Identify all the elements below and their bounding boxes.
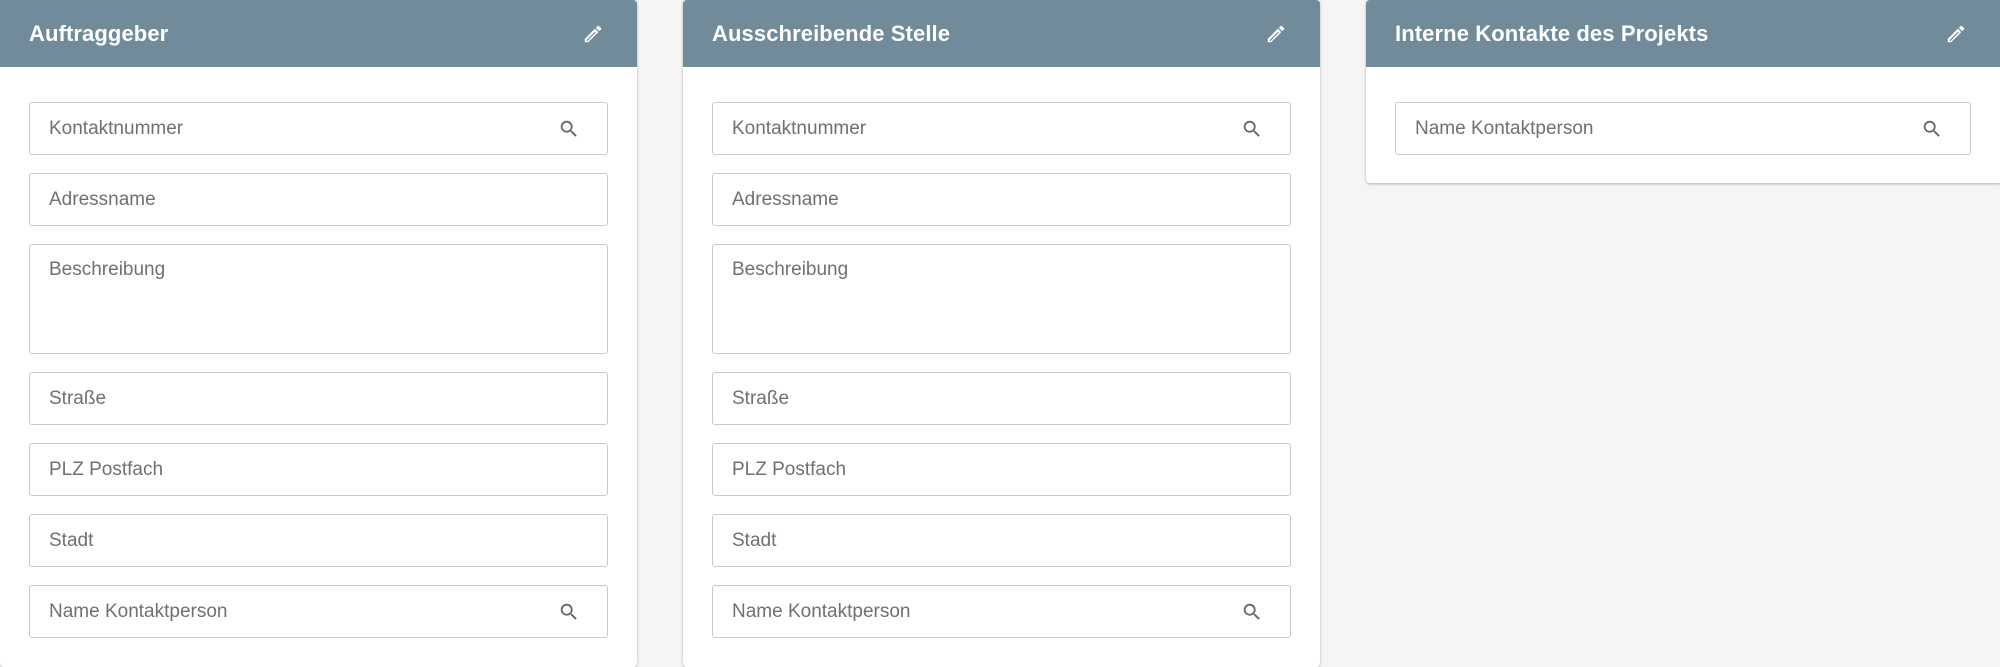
kontaktnummer-input[interactable] <box>713 103 1290 154</box>
strasse-field <box>712 372 1291 425</box>
stadt-input[interactable] <box>30 515 607 566</box>
pencil-icon <box>1947 25 1965 42</box>
plz-postfach-input[interactable] <box>30 444 607 495</box>
card-header: Ausschreibende Stelle <box>683 0 1320 67</box>
strasse-field <box>29 372 608 425</box>
search-icon <box>560 120 577 137</box>
plz-postfach-input[interactable] <box>713 444 1290 495</box>
search-button[interactable] <box>1240 117 1264 141</box>
strasse-input[interactable] <box>713 373 1290 424</box>
pencil-icon <box>584 25 602 42</box>
plz-postfach-field <box>712 443 1291 496</box>
stadt-field <box>29 514 608 567</box>
card-body <box>0 67 637 638</box>
name-kontaktperson-field <box>1395 102 1971 155</box>
adressname-field <box>29 173 608 226</box>
beschreibung-field <box>712 244 1291 354</box>
name-kontaktperson-input[interactable] <box>1396 103 1970 154</box>
adressname-input[interactable] <box>30 174 607 225</box>
kontaktnummer-field <box>29 102 608 155</box>
adressname-input[interactable] <box>713 174 1290 225</box>
card-interne-kontakte: Interne Kontakte des Projekts <box>1366 0 2000 183</box>
card-title: Ausschreibende Stelle <box>712 20 951 46</box>
kontaktnummer-field <box>712 102 1291 155</box>
search-icon <box>1243 120 1260 137</box>
search-icon <box>1923 120 1940 137</box>
card-auftraggeber: Auftraggeber <box>0 0 637 667</box>
name-kontaktperson-field <box>712 585 1291 638</box>
plz-postfach-field <box>29 443 608 496</box>
search-icon <box>560 603 577 620</box>
card-title: Interne Kontakte des Projekts <box>1395 20 1709 46</box>
stadt-field <box>712 514 1291 567</box>
name-kontaktperson-input[interactable] <box>30 586 607 637</box>
beschreibung-field <box>29 244 608 354</box>
kontaktnummer-input[interactable] <box>30 103 607 154</box>
strasse-input[interactable] <box>30 373 607 424</box>
edit-button[interactable] <box>579 20 607 48</box>
stadt-input[interactable] <box>713 515 1290 566</box>
beschreibung-textarea[interactable] <box>713 245 1290 353</box>
search-button[interactable] <box>1240 600 1264 624</box>
card-body <box>683 67 1320 638</box>
name-kontaktperson-field <box>29 585 608 638</box>
card-body <box>1366 67 2000 155</box>
adressname-field <box>712 173 1291 226</box>
card-ausschreibende-stelle: Ausschreibende Stelle <box>683 0 1320 667</box>
beschreibung-textarea[interactable] <box>30 245 607 353</box>
name-kontaktperson-input[interactable] <box>713 586 1290 637</box>
card-header: Auftraggeber <box>0 0 637 67</box>
pencil-icon <box>1267 25 1285 42</box>
edit-button[interactable] <box>1942 20 1970 48</box>
search-button[interactable] <box>557 600 581 624</box>
search-button[interactable] <box>557 117 581 141</box>
card-title: Auftraggeber <box>29 20 169 46</box>
edit-button[interactable] <box>1262 20 1290 48</box>
search-icon <box>1243 603 1260 620</box>
card-header: Interne Kontakte des Projekts <box>1366 0 2000 67</box>
search-button[interactable] <box>1920 117 1944 141</box>
